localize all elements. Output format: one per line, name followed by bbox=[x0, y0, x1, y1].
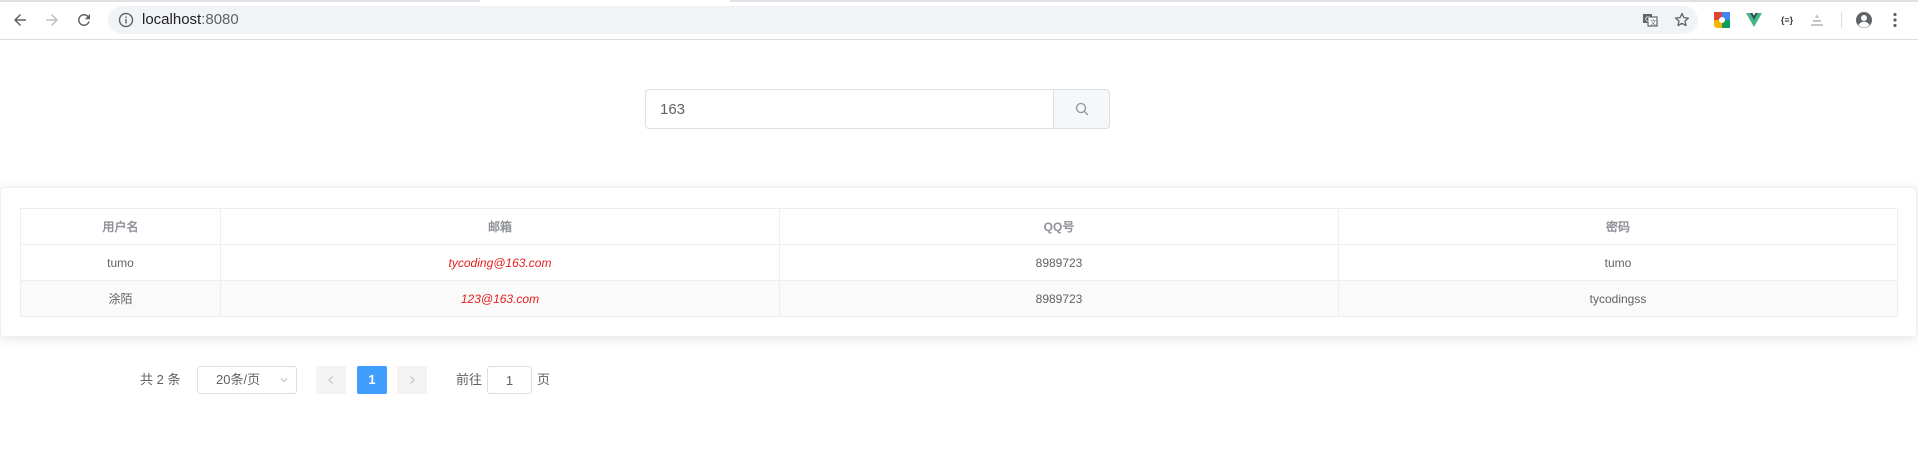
back-icon[interactable] bbox=[8, 8, 32, 32]
goto-suffix: 页 bbox=[537, 372, 551, 387]
chevron-right-icon bbox=[410, 376, 415, 384]
forward-icon[interactable] bbox=[40, 8, 64, 32]
search-button[interactable] bbox=[1053, 89, 1110, 129]
cell-username: 涂陌 bbox=[20, 280, 221, 317]
json-icon[interactable]: {≡} bbox=[1776, 11, 1798, 29]
table-header-row: 用户名 邮箱 QQ号 密码 bbox=[20, 208, 1898, 245]
svg-text:文: 文 bbox=[1650, 18, 1657, 27]
next-page-button[interactable] bbox=[397, 366, 427, 394]
toolbar-divider bbox=[1841, 12, 1842, 28]
column-header-password[interactable]: 密码 bbox=[1338, 208, 1898, 245]
cell-password: tycodingss bbox=[1338, 280, 1898, 317]
pagination-total: 共 2 条 bbox=[140, 372, 181, 387]
tab-strip bbox=[0, 0, 1918, 2]
column-header-email[interactable]: 邮箱 bbox=[220, 208, 780, 245]
column-header-qq[interactable]: QQ号 bbox=[779, 208, 1339, 245]
table-row[interactable]: 涂陌 123@163.com 8989723 tycodingss bbox=[20, 280, 1898, 317]
cell-username: tumo bbox=[20, 244, 221, 281]
page-size-select[interactable]: 20条/页 bbox=[197, 366, 297, 394]
translate-icon[interactable]: G 文 bbox=[1642, 12, 1658, 28]
extension-grey-icon[interactable] bbox=[1808, 11, 1826, 29]
address-bar[interactable]: localhost:8080 G 文 bbox=[108, 6, 1698, 34]
column-header-username[interactable]: 用户名 bbox=[20, 208, 221, 245]
page-number-current[interactable]: 1 bbox=[357, 366, 387, 394]
vue-devtools-icon[interactable] bbox=[1745, 11, 1763, 29]
page-size-value: 20条/页 bbox=[216, 372, 261, 387]
goto-page-input[interactable] bbox=[487, 366, 532, 394]
cell-email: tycoding@163.com bbox=[220, 244, 780, 281]
chevron-left-icon bbox=[328, 376, 333, 384]
user-table: 用户名 邮箱 QQ号 密码 tumo tycoding@163.com 8989… bbox=[20, 208, 1898, 317]
cell-password: tumo bbox=[1338, 244, 1898, 281]
chevron-down-icon bbox=[280, 378, 288, 383]
search-bar bbox=[645, 89, 1110, 129]
extension-color-icon[interactable] bbox=[1713, 11, 1731, 29]
menu-icon[interactable] bbox=[1886, 11, 1904, 29]
profile-icon[interactable] bbox=[1855, 11, 1873, 29]
star-icon[interactable] bbox=[1674, 12, 1690, 28]
cell-qq: 8989723 bbox=[779, 280, 1339, 317]
cell-email: 123@163.com bbox=[220, 280, 780, 317]
browser-toolbar: localhost:8080 G 文 {≡} bbox=[0, 0, 1918, 40]
reload-icon[interactable] bbox=[72, 8, 96, 32]
table-row[interactable]: tumo tycoding@163.com 8989723 tumo bbox=[20, 244, 1898, 281]
prev-page-button[interactable] bbox=[316, 366, 346, 394]
search-icon bbox=[1075, 102, 1088, 116]
table-card: 用户名 邮箱 QQ号 密码 tumo tycoding@163.com 8989… bbox=[0, 187, 1917, 337]
url-text: localhost:8080 bbox=[142, 11, 239, 28]
goto-prefix: 前往 bbox=[456, 372, 483, 387]
search-input[interactable] bbox=[645, 89, 1053, 129]
cell-qq: 8989723 bbox=[779, 244, 1339, 281]
info-icon[interactable] bbox=[118, 12, 134, 28]
